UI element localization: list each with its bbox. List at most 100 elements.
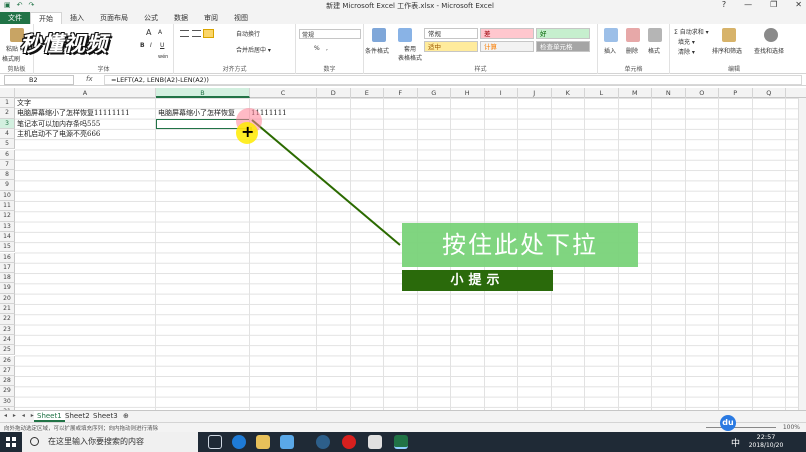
row-header-4[interactable]: 4 xyxy=(0,128,15,140)
zoom-slider[interactable] xyxy=(706,427,776,428)
format-as-table-button[interactable]: 套用 表格格式 xyxy=(398,44,422,62)
row-header-15[interactable]: 15 xyxy=(0,242,15,253)
percent-button[interactable]: % xyxy=(314,45,320,52)
close-button[interactable]: ✕ xyxy=(795,0,802,9)
row-header-21[interactable]: 21 xyxy=(0,304,15,315)
sort-filter-button[interactable]: 排序和筛选 xyxy=(712,46,742,55)
column-header-H[interactable]: H xyxy=(451,88,485,98)
column-header-G[interactable]: G xyxy=(418,88,451,98)
column-header-N[interactable]: N xyxy=(652,88,686,98)
row-header-7[interactable]: 7 xyxy=(0,159,15,171)
file-explorer-icon[interactable] xyxy=(256,435,270,449)
fill-button[interactable]: 填充 ▾ xyxy=(678,37,695,46)
style-calculation[interactable]: 计算 xyxy=(480,41,534,52)
tab-home[interactable]: 开始 xyxy=(30,12,62,24)
find-select-icon[interactable] xyxy=(764,28,778,42)
font-shrink-button[interactable]: A xyxy=(158,29,162,36)
column-header-E[interactable]: E xyxy=(351,88,384,98)
row-header-11[interactable]: 11 xyxy=(0,201,15,212)
minimize-button[interactable]: — xyxy=(744,0,752,9)
app-icon-4[interactable] xyxy=(368,435,382,449)
row-header-10[interactable]: 10 xyxy=(0,190,15,201)
new-sheet-icon[interactable]: ⊕ xyxy=(120,411,132,422)
name-box[interactable]: B2 xyxy=(4,75,74,85)
bold-button[interactable]: B xyxy=(140,42,145,49)
row-header-1[interactable]: 1 xyxy=(0,98,15,109)
underline-button[interactable]: U xyxy=(160,42,164,49)
format-painter-button[interactable]: 格式刷 xyxy=(2,54,20,63)
align-middle-icon[interactable] xyxy=(192,30,201,37)
row-header-14[interactable]: 14 xyxy=(0,231,15,243)
tab-view[interactable]: 视图 xyxy=(226,12,256,24)
row-header-25[interactable]: 25 xyxy=(0,345,15,356)
row-header-18[interactable]: 18 xyxy=(0,273,15,284)
du-app-icon[interactable]: du xyxy=(720,415,736,431)
align-bottom-icon[interactable] xyxy=(203,29,214,38)
record-icon[interactable] xyxy=(342,435,356,449)
row-header-19[interactable]: 19 xyxy=(0,283,15,294)
task-view-icon[interactable] xyxy=(208,435,222,449)
row-header-5[interactable]: 5 xyxy=(0,139,15,150)
row-header-13[interactable]: 13 xyxy=(0,221,15,232)
cell-A3[interactable]: 笔记本可以加内存条吗555 xyxy=(17,119,100,129)
help-button[interactable]: ? xyxy=(722,0,726,9)
save-icon[interactable]: ▣ xyxy=(4,1,11,9)
font-grow-button[interactable]: A xyxy=(146,28,151,37)
restore-button[interactable]: ❐ xyxy=(770,0,777,9)
style-bad[interactable]: 差 xyxy=(480,28,534,39)
row-header-20[interactable]: 20 xyxy=(0,293,15,304)
excel-taskbar-icon[interactable] xyxy=(394,435,408,449)
column-header-C[interactable]: C xyxy=(250,88,317,98)
vertical-scrollbar[interactable] xyxy=(798,98,806,410)
app-icon-2[interactable] xyxy=(316,435,330,449)
autosum-button[interactable]: Σ 自动求和 ▾ xyxy=(674,27,709,36)
row-header-12[interactable]: 12 xyxy=(0,211,15,222)
row-header-29[interactable]: 29 xyxy=(0,386,15,397)
row-header-27[interactable]: 27 xyxy=(0,365,15,377)
merge-center-button[interactable]: 合并后居中 ▾ xyxy=(236,45,271,54)
comma-button[interactable]: , xyxy=(326,45,328,52)
formula-input[interactable]: =LEFT(A2, LENB(A2)-LEN(A2)) xyxy=(104,75,802,85)
paste-button[interactable]: 粘贴 xyxy=(6,44,18,53)
column-header-D[interactable]: D xyxy=(317,88,351,98)
column-header-O[interactable]: O xyxy=(686,88,719,98)
row-header-3[interactable]: 3 xyxy=(0,118,15,129)
sheet-tab-3[interactable]: Sheet3 xyxy=(90,411,121,422)
column-header-M[interactable]: M xyxy=(619,88,652,98)
sheet-tab-1[interactable]: Sheet1 xyxy=(34,411,65,422)
delete-cells-icon[interactable] xyxy=(626,28,640,42)
column-header-A[interactable]: A xyxy=(15,88,156,98)
sheet-tab-2[interactable]: Sheet2 xyxy=(62,411,93,422)
tab-file[interactable]: 文件 xyxy=(0,12,30,24)
cell-B2[interactable]: 电脑屏幕缩小了怎样恢复 xyxy=(158,108,235,118)
format-cells-button[interactable]: 格式 xyxy=(648,46,660,55)
number-format-select[interactable]: 常规 xyxy=(299,29,361,39)
italic-button[interactable]: I xyxy=(150,42,152,49)
sort-filter-icon[interactable] xyxy=(722,28,736,42)
conditional-format-icon[interactable] xyxy=(372,28,386,42)
row-header-16[interactable]: 16 xyxy=(0,252,15,263)
delete-cells-button[interactable]: 删除 xyxy=(626,46,638,55)
column-header-K[interactable]: K xyxy=(552,88,585,98)
insert-cells-button[interactable]: 插入 xyxy=(604,46,616,55)
clock-time[interactable]: 22:57 xyxy=(744,433,788,441)
cell-A2[interactable]: 电脑屏幕缩小了怎样恢复11111111 xyxy=(17,108,130,118)
row-header-26[interactable]: 26 xyxy=(0,355,15,366)
qq-icon[interactable] xyxy=(280,435,294,449)
align-top-icon[interactable] xyxy=(180,30,189,37)
undo-icon[interactable]: ↶ xyxy=(17,1,23,9)
column-header-P[interactable]: P xyxy=(719,88,753,98)
column-header-J[interactable]: J xyxy=(518,88,552,98)
sheet-nav-arrows[interactable]: ◂ ▸ ◂ ▸ xyxy=(4,412,36,419)
clock-date[interactable]: 2018/10/20 xyxy=(744,442,788,449)
zoom-level[interactable]: 100% xyxy=(783,424,800,431)
tab-review[interactable]: 审阅 xyxy=(196,12,226,24)
tab-data[interactable]: 数据 xyxy=(166,12,196,24)
format-as-table-icon[interactable] xyxy=(398,28,412,42)
insert-cells-icon[interactable] xyxy=(604,28,618,42)
row-header-6[interactable]: 6 xyxy=(0,149,15,160)
browser-icon[interactable] xyxy=(232,435,246,449)
column-header-Q[interactable]: Q xyxy=(753,88,786,98)
taskbar-search[interactable]: 在这里输入你要搜索的内容 xyxy=(22,432,198,452)
select-all-corner[interactable] xyxy=(0,88,15,98)
